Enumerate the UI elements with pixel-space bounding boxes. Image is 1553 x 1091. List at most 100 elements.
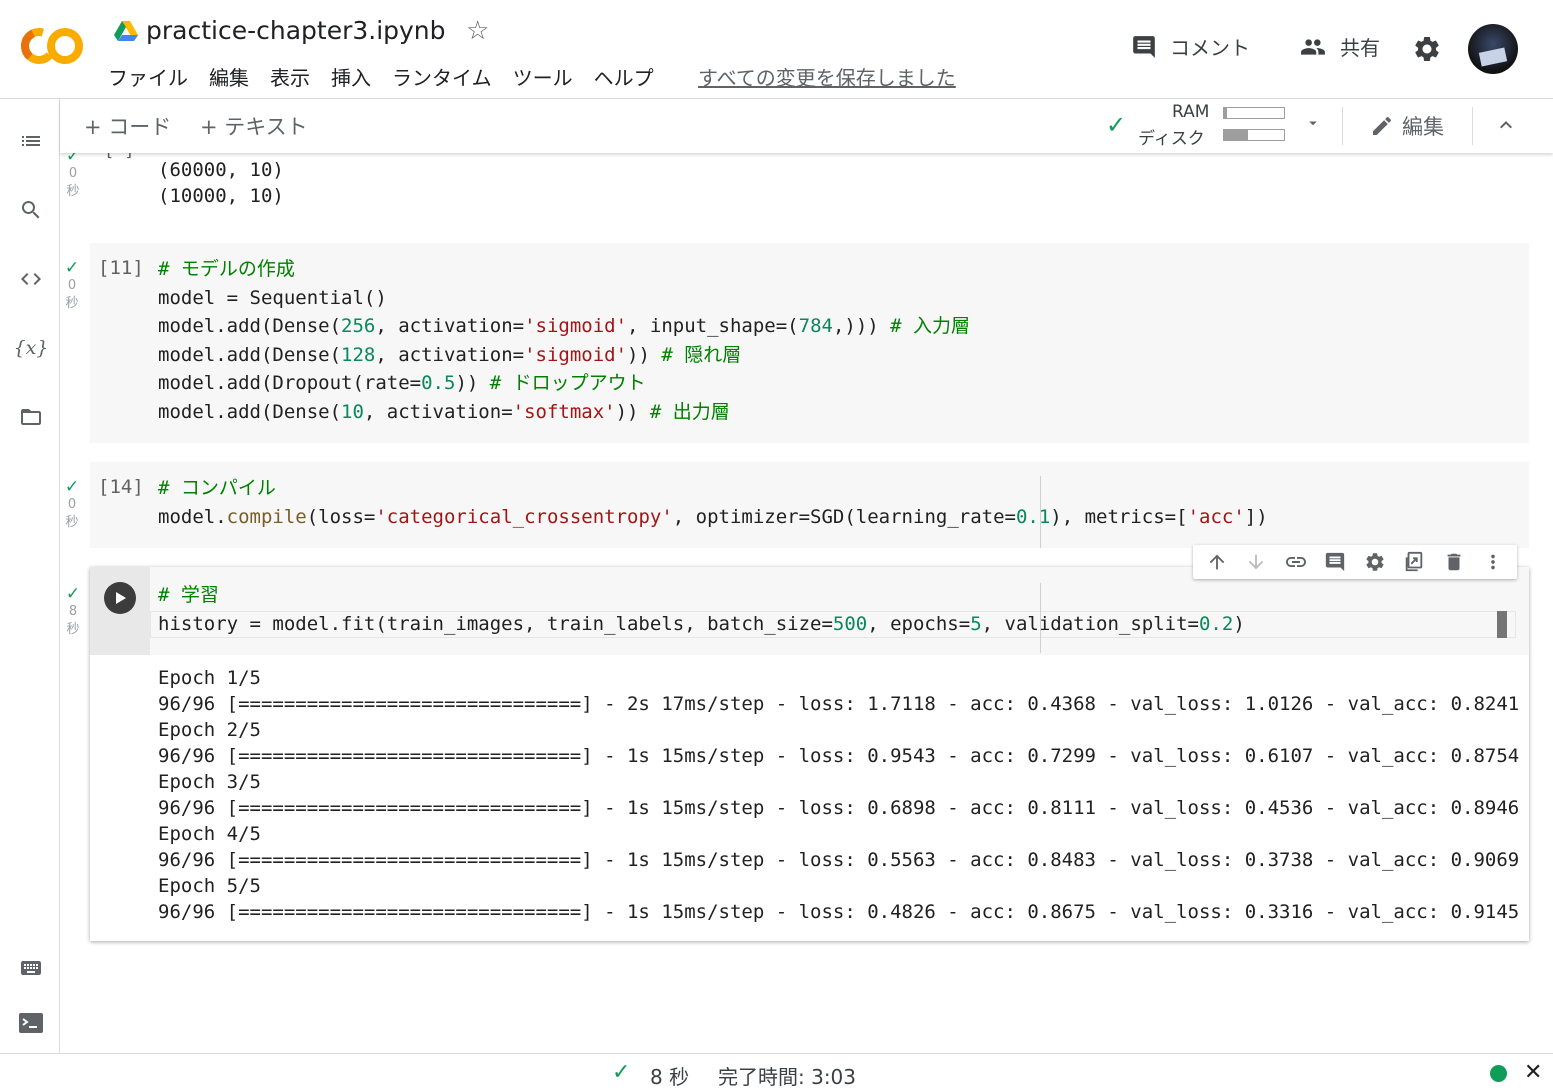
code-cell[interactable]: ✓ 0 秒 [14] # コンパイル model.compile(loss='ca… <box>65 462 1529 548</box>
menu-file[interactable]: ファイル <box>108 62 188 91</box>
cell-duration-unit: 秒 <box>65 296 79 311</box>
cell-gutter: ✓ 8 秒 <box>63 585 83 639</box>
code-line: model.add(Dense(256, activation='sigmoid… <box>158 315 971 338</box>
code-line: model.add(Dense(10, activation='softmax'… <box>158 400 730 423</box>
terminal-icon[interactable] <box>17 1009 45 1037</box>
run-button[interactable] <box>104 582 136 614</box>
move-down-icon[interactable] <box>1243 549 1269 575</box>
code-line: history = model.fit(train_images, train_… <box>158 612 1245 635</box>
menu-help[interactable]: ヘルプ <box>594 62 654 91</box>
code-editor[interactable]: # コンパイル model.compile(loss='categorical_c… <box>158 474 1268 531</box>
share-button[interactable]: 共有 <box>1298 32 1380 61</box>
close-icon[interactable]: ✕ <box>1524 1060 1542 1085</box>
colab-logo[interactable] <box>20 26 84 66</box>
chevron-up-icon[interactable] <box>1494 113 1518 137</box>
avatar[interactable] <box>1468 24 1518 74</box>
check-icon: ✓ <box>65 153 81 166</box>
completion-time[interactable]: 完了時間: 3:03 <box>718 1061 856 1090</box>
settings-button[interactable] <box>1412 34 1442 64</box>
people-icon <box>1301 38 1325 55</box>
exec-count: [14] <box>98 476 144 498</box>
notebook-toolbar: + コード + テキスト ✓ RAM ディスク 編集 <box>60 99 1553 153</box>
disk-label[interactable]: ディスク <box>1138 124 1205 149</box>
caret-down-icon[interactable] <box>1304 114 1322 132</box>
cell-output[interactable]: Epoch 1/5 96/96 [=======================… <box>158 665 1519 925</box>
menu-view[interactable]: 表示 <box>270 62 310 91</box>
execution-duration[interactable]: 8 秒 <box>650 1061 689 1090</box>
edit-button[interactable]: 編集 <box>1370 111 1444 141</box>
connected-check-icon: ✓ <box>1106 111 1127 139</box>
cell-duration-value: 0 <box>68 166 78 181</box>
code-line: model.compile(loss='categorical_crossent… <box>158 505 1268 528</box>
cell-input[interactable]: # 学習 history = model.fit(train_images, tr… <box>90 567 1529 655</box>
ruler-line <box>1040 476 1041 548</box>
code-editor[interactable]: # モデルの作成 model = Sequential() model.add(De… <box>158 255 970 427</box>
code-editor[interactable]: # 学習 history = model.fit(train_images, tr… <box>158 581 1245 638</box>
cell-toolbar <box>1193 545 1517 579</box>
cell-gutter: ✓ 0 秒 <box>62 259 82 313</box>
status-bar: ✓ 8 秒 完了時間: 3:03 ✕ <box>0 1053 1553 1091</box>
menu-edit[interactable]: 編集 <box>209 62 249 91</box>
variables-icon[interactable]: {x} <box>14 334 49 362</box>
pencil-icon <box>1373 116 1392 135</box>
code-line: # モデルの作成 <box>158 258 295 280</box>
app-header: practice-chapter3.ipynb ☆ ファイル 編集 表示 挿入 … <box>0 0 1553 99</box>
files-icon[interactable] <box>17 403 45 431</box>
cell-output[interactable]: (60000, 10) (10000, 10) <box>158 157 284 209</box>
ram-label[interactable]: RAM <box>1172 102 1209 122</box>
search-icon[interactable] <box>17 196 45 224</box>
check-icon: ✓ <box>64 477 80 497</box>
exec-count-clipped: [] <box>104 153 136 161</box>
connection-status-icon[interactable] <box>1490 1065 1507 1082</box>
code-line: model.add(Dense(128, activation='sigmoid… <box>158 343 742 366</box>
toc-icon[interactable] <box>17 127 45 155</box>
add-text-button[interactable]: + テキスト <box>200 111 308 141</box>
exec-count: [11] <box>98 257 144 279</box>
link-icon[interactable] <box>1283 549 1309 575</box>
code-cell-focused[interactable]: # 学習 history = model.fit(train_images, tr… <box>90 567 1529 941</box>
share-label: 共有 <box>1340 36 1380 60</box>
menu-runtime[interactable]: ランタイム <box>392 62 492 91</box>
code-line: model = Sequential() <box>158 286 387 309</box>
delete-icon[interactable] <box>1441 549 1467 575</box>
save-status[interactable]: すべての変更を保存しました <box>698 62 956 91</box>
play-icon <box>116 592 126 604</box>
menu-insert[interactable]: 挿入 <box>331 62 371 91</box>
comment-button[interactable]: コメント <box>1130 32 1250 61</box>
code-line: # コンパイル <box>158 477 276 499</box>
code-cell[interactable]: ✓ 0 秒 [11] # モデルの作成 model = Sequential() m… <box>65 243 1529 443</box>
ram-usage-bar[interactable] <box>1223 107 1285 119</box>
toolbar-divider <box>1342 107 1343 145</box>
check-icon: ✓ <box>64 258 80 278</box>
cell-settings-icon[interactable] <box>1362 549 1388 575</box>
left-sidebar: {x} <box>0 99 60 1053</box>
menu-tools[interactable]: ツール <box>513 62 573 91</box>
code-snippets-icon[interactable] <box>17 265 45 293</box>
code-line: model.add(Dropout(rate=0.5)) # ドロップアウト <box>158 372 646 395</box>
check-icon: ✓ <box>65 584 81 604</box>
notebook-title[interactable]: practice-chapter3.ipynb <box>146 16 446 45</box>
comment-label: コメント <box>1170 36 1250 60</box>
notebook-area: ✓ 0 秒 [] (60000, 10) (10000, 10) ✓ 0 秒 [… <box>60 153 1553 1053</box>
mirror-cell-icon[interactable] <box>1401 549 1427 575</box>
move-up-icon[interactable] <box>1204 549 1230 575</box>
edit-label: 編集 <box>1402 115 1444 139</box>
drive-icon <box>114 21 138 41</box>
ram-usage-fill <box>1224 108 1227 118</box>
cell-duration-value: 0 <box>67 278 77 293</box>
cell-duration-unit: 秒 <box>65 515 79 530</box>
disk-usage-bar[interactable] <box>1223 129 1285 141</box>
star-icon[interactable]: ☆ <box>466 16 489 46</box>
cell-duration-value: 8 <box>68 604 78 619</box>
check-icon: ✓ <box>612 1060 631 1085</box>
editor-scroll-thumb[interactable] <box>1497 611 1507 638</box>
comment-icon[interactable] <box>1322 549 1348 575</box>
command-palette-icon[interactable] <box>17 954 45 982</box>
toolbar-divider <box>1472 107 1473 145</box>
cell-gutter: ✓ 0 秒 <box>62 478 82 532</box>
disk-usage-fill <box>1224 130 1248 140</box>
more-icon[interactable] <box>1480 549 1506 575</box>
add-code-button[interactable]: + コード <box>84 111 171 141</box>
gear-icon <box>1415 37 1439 61</box>
ruler-line <box>1040 583 1041 653</box>
